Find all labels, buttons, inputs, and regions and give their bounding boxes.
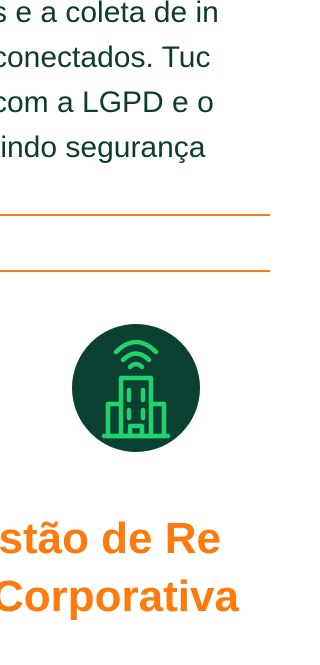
divider-bottom — [0, 270, 270, 272]
intro-line: com a LGPD e o — [0, 86, 214, 119]
feature-title-line: estão de Re — [0, 514, 221, 563]
feature-title: estão de Re Corporativa — [0, 510, 270, 626]
intro-paragraph: s e a coleta de in conectados. Tuc com a… — [0, 0, 270, 170]
smart-building-icon — [101, 339, 171, 439]
intro-line: conectados. Tuc — [0, 41, 211, 74]
feature-icon-badge — [72, 324, 200, 452]
intro-line: tindo segurança — [0, 131, 206, 164]
divider-top — [0, 214, 270, 216]
intro-line: s e a coleta de in — [0, 0, 219, 29]
feature-title-line: Corporativa — [0, 572, 239, 621]
page: s e a coleta de in conectados. Tuc com a… — [0, 0, 270, 665]
